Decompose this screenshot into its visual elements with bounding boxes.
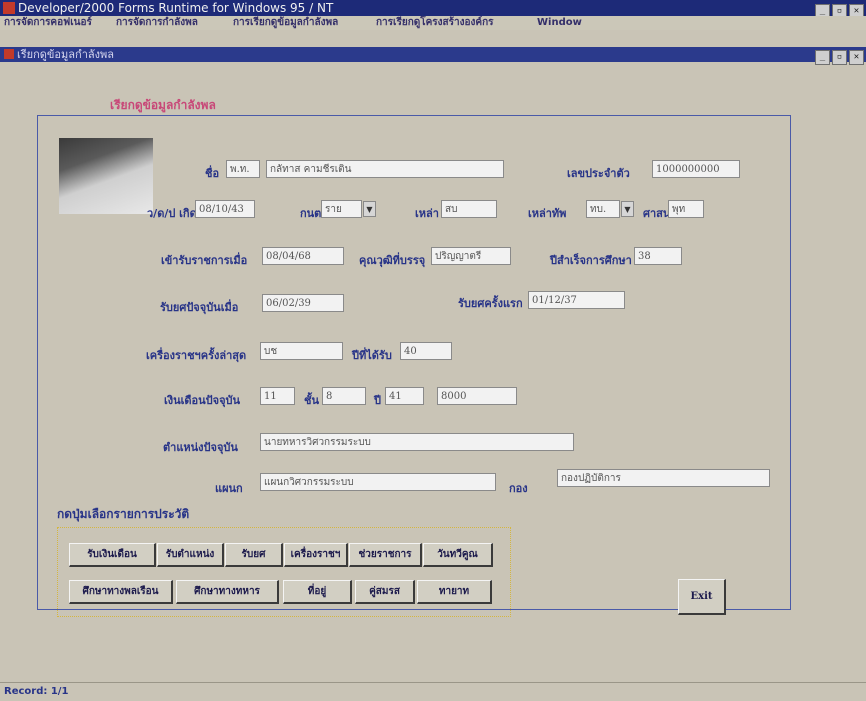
latest-decoration-field[interactable]: บช <box>260 342 343 360</box>
department-field[interactable]: แผนกวิศวกรรมระบบ <box>260 473 496 491</box>
salary-step-label: ชั้น <box>304 394 319 407</box>
latest-decoration-label: เครื่องราชฯครั้งล่าสุด <box>146 349 247 362</box>
rank-prefix-field[interactable]: พ.ท. <box>226 160 260 178</box>
birth-date-field[interactable]: 08/10/43 <box>195 200 255 218</box>
frame-title: เรียกดูข้อมูลกำลังพล <box>104 96 222 115</box>
division-field[interactable]: กองปฏิบัติการ <box>557 469 770 487</box>
menu-item-window[interactable]: Window <box>537 16 582 30</box>
branch-dropdown-icon[interactable]: ▼ <box>621 201 634 217</box>
religion-field[interactable]: พุท <box>668 200 704 218</box>
salary-year-label: ปี <box>374 394 381 407</box>
exit-button[interactable]: Exit <box>678 579 726 615</box>
double-days-button[interactable]: วันทวีคูณ <box>423 543 493 567</box>
heirs-button[interactable]: ทายาท <box>417 580 492 604</box>
civil-education-button[interactable]: ศึกษาทางพลเรือน <box>69 580 173 604</box>
department-label: แผนก <box>215 482 243 495</box>
salary-level-field[interactable]: 11 <box>260 387 295 405</box>
menu-item-org-query[interactable]: การเรียกดูโครงสร้างองค์กร <box>376 16 494 30</box>
menu-item-personnel-query[interactable]: การเรียกดูข้อมูลกำลังพล <box>233 16 338 30</box>
position-history-button[interactable]: รับตำแหน่ง <box>157 543 224 567</box>
salary-amount-field[interactable]: 8000 <box>437 387 517 405</box>
degree-label: คุณวุฒิที่บรรจุ <box>359 254 426 267</box>
decoration-history-button[interactable]: เครื่องราชฯ <box>284 543 348 567</box>
name-label: ชื่อ <box>205 167 220 180</box>
grad-year-field[interactable]: 38 <box>634 247 682 265</box>
salary-step-field[interactable]: 8 <box>322 387 366 405</box>
decoration-year-field[interactable]: 40 <box>400 342 452 360</box>
status-bar: Record: 1/1 <box>0 682 866 700</box>
menu-bar: การจัดการคอฟเนอร์ การจัดการกำลังพล การเร… <box>0 16 866 30</box>
branch-select[interactable]: ทบ. <box>586 200 620 218</box>
form-minimize-button[interactable]: _ <box>815 50 830 65</box>
first-rank-field[interactable]: 01/12/37 <box>528 291 625 309</box>
form-window-controls: _ ▫ ✕ <box>813 48 864 65</box>
current-rank-date-field[interactable]: 06/02/39 <box>262 294 344 312</box>
full-name-field[interactable]: กลัทาส คามชีรเติน <box>266 160 504 178</box>
position-label: ตำแหน่งปัจจุบัน <box>163 441 238 454</box>
app-icon <box>3 2 15 14</box>
gov-start-label: เข้ารับราชการเมื่อ <box>161 254 248 267</box>
rank-history-button[interactable]: รับยศ <box>225 543 283 567</box>
decoration-year-label: ปีที่ได้รับ <box>352 349 392 362</box>
division-label: กอง <box>509 482 528 495</box>
form-maximize-button[interactable]: ▫ <box>832 50 847 65</box>
blood-label: กนต <box>300 207 322 220</box>
form-title-bar: เรียกดูข้อมูลกำลังพล _ ▫ ✕ <box>0 47 866 65</box>
birth-date-label: ว/ด/ป เกิด <box>147 207 197 220</box>
personnel-photo <box>59 138 153 214</box>
id-card-field[interactable]: 1000000000 <box>652 160 740 178</box>
branch-label: เหล่าทัพ <box>528 207 567 220</box>
blood-dropdown-icon[interactable]: ▼ <box>363 201 376 217</box>
degree-field[interactable]: ปริญญาตรี <box>431 247 511 265</box>
salary-history-button[interactable]: รับเงินเดือน <box>69 543 156 567</box>
spouse-button[interactable]: คู่สมรส <box>355 580 415 604</box>
current-rank-date-label: รับยศปัจจุบันเมื่อ <box>160 301 239 314</box>
history-section-title: กดปุ่มเลือกรายการประวัติ <box>57 507 190 521</box>
military-education-button[interactable]: ศึกษาทางทหาร <box>176 580 279 604</box>
position-field[interactable]: นายทหารวิศวกรรมระบบ <box>260 433 574 451</box>
form-title: เรียกดูข้อมูลกำลังพล <box>17 48 114 61</box>
corps-field[interactable]: สบ <box>441 200 497 218</box>
first-rank-label: รับยศครั้งแรก <box>458 297 523 310</box>
address-button[interactable]: ที่อยู่ <box>283 580 352 604</box>
menu-item-officer-mgmt[interactable]: การจัดการคอฟเนอร์ <box>4 16 92 30</box>
app-title: Developer/2000 Forms Runtime for Windows… <box>18 1 334 15</box>
id-card-label: เลขประจำตัว <box>567 167 630 180</box>
corps-label: เหล่า <box>415 207 439 220</box>
grad-year-label: ปีสำเร็จการศึกษา <box>550 254 632 267</box>
form-icon <box>4 49 14 59</box>
app-title-bar: Developer/2000 Forms Runtime for Windows… <box>0 0 866 19</box>
blood-select[interactable]: ราย <box>321 200 362 218</box>
assistance-history-button[interactable]: ช่วยราชการ <box>349 543 422 567</box>
salary-year-field[interactable]: 41 <box>385 387 424 405</box>
salary-label: เงินเดือนปัจจุบัน <box>164 394 241 407</box>
form-close-button[interactable]: ✕ <box>849 50 864 65</box>
menu-item-personnel-mgmt[interactable]: การจัดการกำลังพล <box>116 16 198 30</box>
gov-start-field[interactable]: 08/04/68 <box>262 247 344 265</box>
